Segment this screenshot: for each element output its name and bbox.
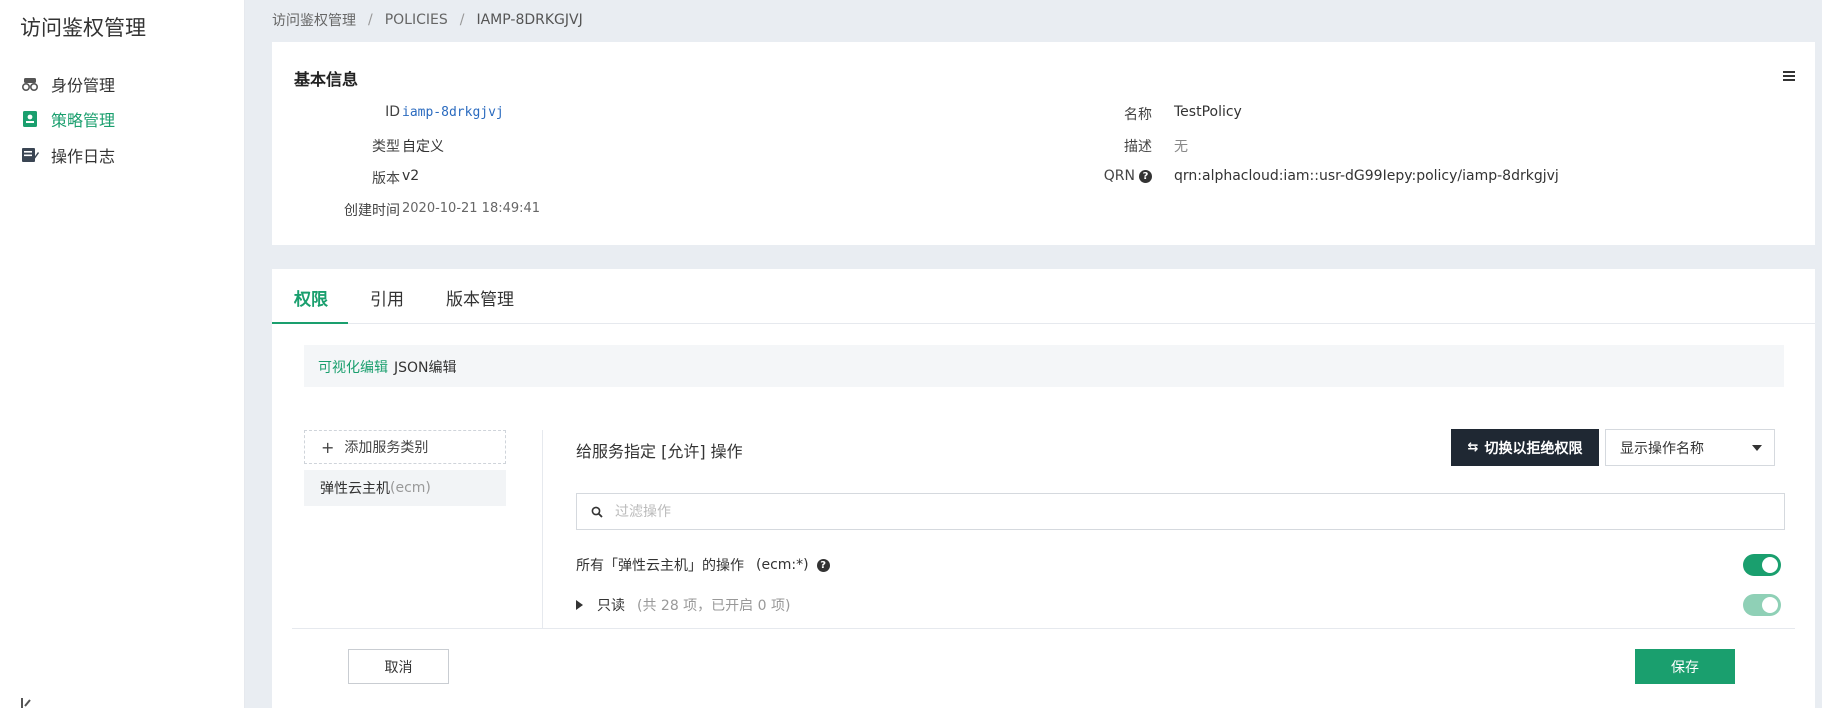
readonly-toggle[interactable]	[1743, 594, 1781, 616]
breadcrumb-current: IAMP-8DRKGJVJ	[476, 12, 583, 28]
qrn-value: qrn:alphacloud:iam::usr-dG99Iepy:policy/…	[1174, 168, 1559, 184]
filter-box	[576, 493, 1785, 530]
permissions-card: 权限 引用 版本管理 可视化编辑 JSON编辑 + 添加服务类别 弹性云主机 (e…	[272, 269, 1815, 708]
tab-permissions[interactable]: 权限	[272, 285, 348, 324]
swap-icon: ⇆	[1467, 440, 1479, 455]
all-actions-label: 所有「弹性云主机」的操作	[576, 558, 744, 574]
breadcrumb: 访问鉴权管理 / POLICIES / IAMP-8DRKGJVJ	[272, 10, 583, 30]
tab-versions[interactable]: 版本管理	[446, 285, 514, 324]
created-label: 创建时间	[344, 203, 400, 219]
all-actions-row: 所有「弹性云主机」的操作 (ecm:*) ?	[576, 555, 830, 575]
caret-right-icon	[576, 600, 583, 610]
version-value: v2	[402, 168, 420, 184]
help-icon[interactable]: ?	[1139, 170, 1152, 183]
policy-icon	[20, 109, 40, 129]
type-label: 类型	[372, 139, 400, 155]
users-icon	[20, 74, 40, 94]
sidebar-item-label: 身份管理	[51, 76, 116, 95]
display-mode-select[interactable]: 显示操作名称	[1605, 429, 1775, 466]
divider	[292, 628, 1795, 629]
created-value: 2020-10-21 18:49:41	[402, 201, 541, 216]
readonly-group-row[interactable]: 只读 (共 28 项，已开启 0 项)	[576, 595, 790, 615]
readonly-label: 只读	[597, 598, 625, 614]
search-icon	[591, 506, 603, 518]
sidebar-item-policy[interactable]: 策略管理	[20, 105, 115, 133]
breadcrumb-separator: /	[368, 12, 373, 28]
service-code: (ecm)	[390, 480, 431, 496]
sidebar-item-label: 策略管理	[51, 111, 116, 130]
cancel-button[interactable]: 取消	[348, 649, 449, 684]
add-service-button[interactable]: + 添加服务类别	[304, 430, 506, 464]
chevron-down-icon	[1752, 445, 1762, 451]
sidebar-item-label: 操作日志	[51, 147, 116, 166]
name-label: 名称	[1124, 107, 1152, 123]
collapse-icon[interactable]	[20, 696, 34, 708]
add-service-label: 添加服务类别	[344, 440, 429, 456]
all-actions-code: (ecm:*)	[756, 557, 809, 573]
help-icon[interactable]: ?	[816, 558, 830, 572]
breadcrumb-separator: /	[459, 12, 465, 28]
sidebar-item-identity[interactable]: 身份管理	[20, 70, 115, 98]
divider	[542, 430, 543, 628]
tab-references[interactable]: 引用	[370, 285, 404, 324]
app-title: 访问鉴权管理	[20, 16, 146, 40]
description-label: 描述	[1124, 139, 1152, 155]
id-label: ID	[385, 104, 400, 120]
sidebar-item-log[interactable]: 操作日志	[20, 141, 115, 169]
display-mode-value: 显示操作名称	[1620, 440, 1704, 457]
description-value: 无	[1174, 139, 1188, 155]
name-value: TestPolicy	[1174, 104, 1242, 120]
breadcrumb-item[interactable]: 访问鉴权管理	[272, 10, 356, 30]
basic-info-card: 基本信息 ID iamp-8drkgjvj 类型 自定义 版本 v2 创建时间 …	[272, 42, 1815, 245]
sidebar: 访问鉴权管理 身份管理 策略管理 操作日志	[0, 0, 245, 708]
version-label: 版本	[372, 171, 400, 187]
switch-deny-button[interactable]: ⇆ 切换以拒绝权限	[1451, 429, 1599, 466]
service-item[interactable]: 弹性云主机 (ecm)	[304, 470, 506, 506]
save-button[interactable]: 保存	[1635, 649, 1735, 684]
tab-bar: 权限 引用 版本管理	[272, 269, 1815, 324]
breadcrumb-item[interactable]: POLICIES	[385, 12, 448, 28]
menu-icon[interactable]	[1783, 66, 1795, 85]
log-icon	[20, 145, 40, 165]
type-value: 自定义	[402, 139, 444, 155]
id-value[interactable]: iamp-8drkgjvj	[402, 105, 504, 120]
readonly-meta: (共 28 项，已开启 0 项)	[637, 598, 791, 614]
section-title: 给服务指定 [允许] 操作	[576, 442, 743, 461]
all-actions-toggle[interactable]	[1743, 554, 1781, 576]
filter-input[interactable]	[615, 503, 1715, 520]
qrn-label-wrap: QRN?	[1072, 168, 1152, 184]
qrn-label: QRN	[1103, 168, 1135, 184]
tab-visual-editor[interactable]: 可视化编辑	[318, 357, 388, 377]
plus-icon: +	[321, 437, 335, 457]
switch-deny-label: 切换以拒绝权限	[1484, 440, 1583, 457]
toggle-knob	[1762, 557, 1778, 573]
service-name: 弹性云主机	[320, 481, 390, 497]
toggle-knob	[1762, 597, 1778, 613]
editor-mode-bar: 可视化编辑 JSON编辑	[304, 345, 1784, 387]
card-title: 基本信息	[294, 70, 359, 89]
tab-json-editor[interactable]: JSON编辑	[394, 357, 457, 377]
